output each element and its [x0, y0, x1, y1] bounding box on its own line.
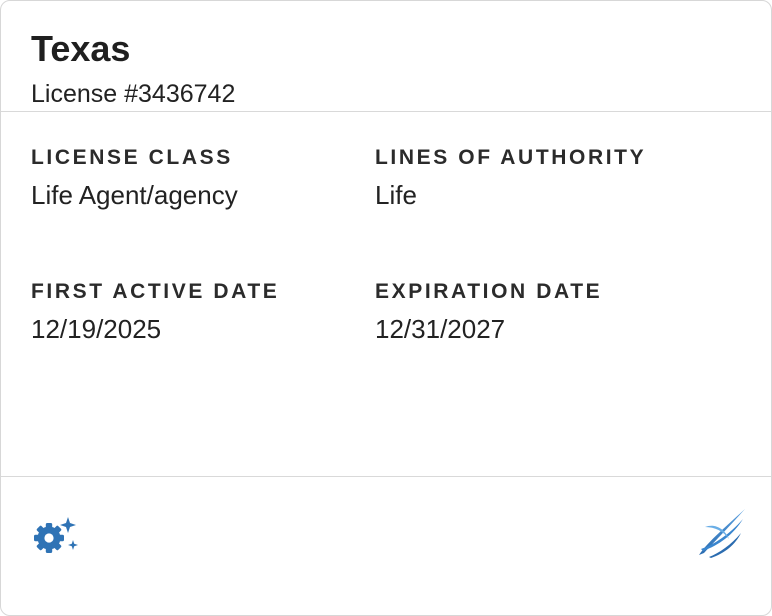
expiration-date-label: EXPIRATION DATE	[375, 280, 603, 303]
swoosh-logo-icon	[699, 509, 745, 558]
license-number: License #3436742	[31, 80, 236, 108]
lines-of-authority-label: LINES OF AUTHORITY	[375, 146, 647, 169]
gear-sparkle-icon	[34, 517, 78, 553]
first-active-date-field: FIRST ACTIVE DATE 12/19/2025	[31, 280, 279, 344]
lines-of-authority-value: Life	[375, 180, 417, 210]
lines-of-authority-field: LINES OF AUTHORITY Life	[375, 146, 646, 210]
license-class-label: LICENSE CLASS	[31, 146, 233, 169]
state-title: Texas	[31, 28, 131, 69]
license-card: Texas License #3436742 LICENSE CLASS Lif…	[0, 0, 772, 616]
license-class-field: LICENSE CLASS Life Agent/agency	[31, 146, 238, 210]
license-class-value: Life Agent/agency	[31, 180, 238, 210]
license-details: LICENSE CLASS Life Agent/agency LINES OF…	[1, 112, 771, 476]
expiration-date-field: EXPIRATION DATE 12/31/2027	[375, 280, 602, 344]
card-header: Texas License #3436742	[1, 1, 771, 111]
settings-button[interactable]	[31, 513, 79, 557]
card-footer	[1, 477, 771, 587]
expiration-date-value: 12/31/2027	[375, 314, 506, 344]
first-active-date-label: FIRST ACTIVE DATE	[31, 280, 280, 303]
first-active-date-value: 12/19/2025	[31, 314, 162, 344]
